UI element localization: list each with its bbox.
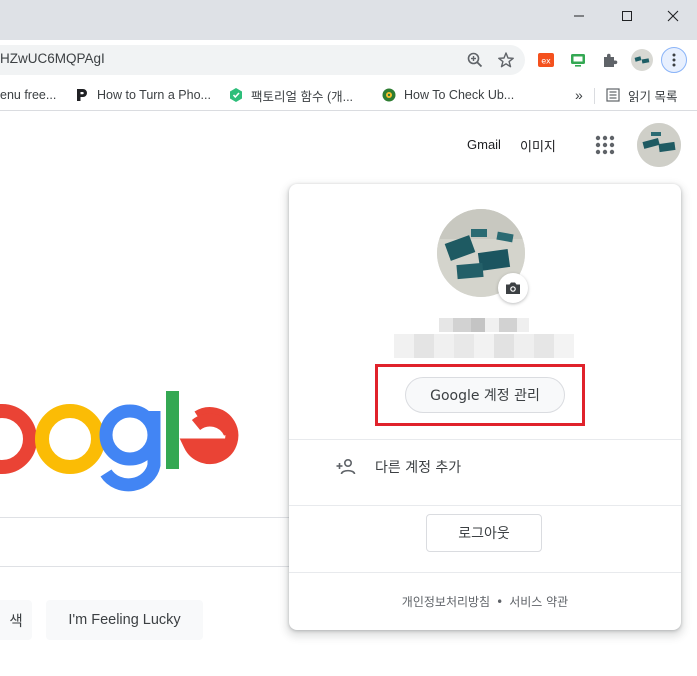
search-box-bottom-border [0,566,290,567]
bookmark-label: enu free... [0,88,57,102]
p-logo-icon [77,89,87,101]
footer-separator: • [496,595,504,609]
bookmark-item[interactable]: enu free... [0,85,56,105]
google-logo [0,391,239,492]
menu-button[interactable] [661,47,687,73]
add-another-account-item[interactable]: 다른 계정 추가 [289,440,681,494]
google-search-label: 색 [9,613,23,630]
reading-list-icon [606,88,620,102]
extensions-puzzle-icon[interactable] [600,50,620,70]
feeling-lucky-button[interactable]: I'm Feeling Lucky [46,600,203,640]
bookmark-star-icon[interactable] [497,51,515,69]
gmail-link[interactable]: Gmail [467,137,501,152]
close-button[interactable] [650,0,696,32]
url-text[interactable]: HZwUC6MQPAgI [0,51,105,66]
maximize-button[interactable] [604,0,650,32]
images-link[interactable]: 이미지 [520,136,556,155]
popup-footer: 개인정보처리방침 • 서비스 약관 [289,593,681,610]
bookmark-label: How to Turn a Pho... [97,88,211,102]
account-name-redacted [439,318,529,332]
gear-logo-icon [382,88,396,102]
sign-out-button[interactable]: 로그아웃 [426,514,542,552]
manage-google-account-button[interactable]: Google 계정 관리 [405,377,565,413]
green-hex-icon [230,88,242,102]
change-photo-button[interactable] [498,273,528,303]
account-popup: Google 계정 관리 다른 계정 추가 로그아웃 개인정보처리방침 • 서비스 … [289,184,681,630]
bookmark-label: How To Check Ub... [404,88,515,102]
minimize-button[interactable] [556,0,602,32]
sign-out-label: 로그아웃 [458,526,510,542]
maximize-icon [622,11,632,21]
privacy-policy-link[interactable]: 개인정보처리방침 [402,593,490,610]
terms-of-service-link[interactable]: 서비스 약관 [509,593,568,610]
search-box-top-border [0,517,290,518]
camera-icon [506,282,520,294]
bookmark-item[interactable]: How to Turn a Pho... [74,85,211,105]
chevron-double-right-icon: » [575,87,583,103]
reading-list-button[interactable]: 읽기 목록 [605,85,677,105]
svg-text:ex: ex [541,57,551,66]
manage-google-account-label: Google 계정 관리 [430,388,540,404]
more-bookmarks-button[interactable]: » [575,85,583,105]
close-icon [667,10,679,22]
zoom-icon[interactable] [466,51,484,69]
popup-divider [289,572,681,573]
account-avatar-button[interactable] [637,123,681,167]
bookmark-label: 팩토리얼 함수 (개... [251,89,354,104]
browser-toolbar: HZwUC6MQPAgI ex [0,40,697,80]
popup-divider [289,505,681,506]
bookmark-item[interactable]: How To Check Ub... [381,85,514,105]
account-email-redacted [394,334,574,358]
google-apps-icon[interactable] [590,130,620,160]
title-bar [0,0,697,40]
add-person-icon [336,458,356,475]
extension-ex-icon[interactable]: ex [536,50,556,70]
address-bar[interactable]: HZwUC6MQPAgI [0,45,525,75]
avatar-photo [637,123,681,167]
bookmark-item[interactable]: 팩토리얼 함수 (개... [228,85,353,105]
reading-list-label: 읽기 목록 [628,89,678,104]
kebab-menu-icon [672,53,676,67]
feeling-lucky-label: I'm Feeling Lucky [68,612,181,628]
add-another-account-label: 다른 계정 추가 [375,460,462,476]
profile-avatar-icon[interactable] [631,49,653,71]
google-search-button[interactable]: 색 [0,600,32,640]
extension-screen-icon[interactable] [568,50,588,70]
bookmarks-separator [594,88,595,104]
google-homepage: Gmail 이미지 색 I'm Feeling Lucky Google 계정 … [0,111,697,676]
minimize-icon [574,15,584,17]
bookmarks-bar: enu free... How to Turn a Pho... 팩토리얼 함수… [0,80,697,111]
